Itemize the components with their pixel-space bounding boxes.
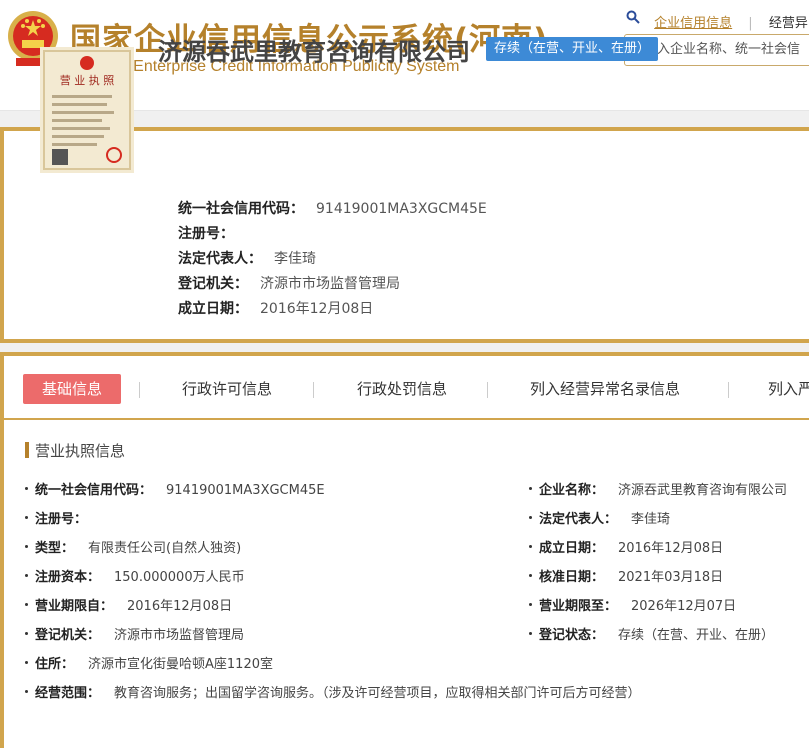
field-label: 登记状态： bbox=[539, 628, 605, 643]
info-label: 注册号： bbox=[178, 226, 234, 242]
field-label: 营业期限至： bbox=[539, 599, 618, 614]
bullet bbox=[25, 661, 28, 664]
field-approved: 核准日期： 2021年03月18日 bbox=[529, 566, 723, 585]
info-label: 法定代表人： bbox=[178, 251, 262, 267]
bullet bbox=[25, 632, 28, 635]
tab-divider bbox=[139, 382, 140, 398]
divider: | bbox=[748, 16, 753, 31]
bullet bbox=[25, 690, 28, 693]
bullet bbox=[25, 603, 28, 606]
field-company-name: 企业名称： 济源吞武里教育咨询有限公司 bbox=[529, 479, 787, 498]
status-badge: 存续（在营、开业、在册） bbox=[486, 37, 659, 61]
svg-text:营 业 执 照: 营 业 执 照 bbox=[60, 73, 115, 87]
field-label: 登记机关： bbox=[35, 628, 101, 643]
field-label: 企业名称： bbox=[539, 483, 605, 498]
info-value: 李佳琦 bbox=[274, 251, 316, 267]
field-value: 2021年03月18日 bbox=[618, 570, 724, 585]
info-value: 91419001MA3XGCM45E bbox=[316, 201, 487, 217]
header-links: 企业信用信息 | 经营异 bbox=[626, 12, 808, 31]
tab-abnormal-list[interactable]: 列入经营异常名录信息 bbox=[530, 374, 680, 404]
field-label: 经营范围： bbox=[35, 686, 101, 701]
field-label: 核准日期： bbox=[539, 570, 605, 585]
field-reg-number: 注册号： bbox=[25, 508, 101, 527]
info-value: 2016年12月08日 bbox=[260, 301, 374, 317]
info-row-reg-number: 注册号： bbox=[178, 223, 246, 243]
field-value: 150.000000万人民币 bbox=[114, 570, 245, 585]
field-business-scope: 经营范围： 教育咨询服务；出国留学咨询服务。（涉及许可经营项目，应取得相关部门许可… bbox=[25, 682, 641, 701]
section-title: 营业执照信息 bbox=[35, 442, 126, 460]
field-label: 类型： bbox=[35, 541, 75, 556]
credit-info-link[interactable]: 企业信用信息 bbox=[654, 16, 732, 31]
field-value: 2026年12月07日 bbox=[631, 599, 737, 614]
field-value: 存续（在营、开业、在册） bbox=[618, 628, 775, 643]
field-established: 成立日期： 2016年12月08日 bbox=[529, 537, 723, 556]
field-credit-code: 统一社会信用代码： 91419001MA3XGCM45E bbox=[25, 479, 325, 498]
bullet bbox=[25, 487, 28, 490]
field-capital: 注册资本： 150.000000万人民币 bbox=[25, 566, 245, 585]
bullet bbox=[529, 574, 532, 577]
info-row-authority: 登记机关： 济源市市场监督管理局 bbox=[178, 273, 400, 293]
tab-serious-violation[interactable]: 列入严 bbox=[768, 374, 809, 404]
info-row-established: 成立日期： 2016年12月08日 bbox=[178, 298, 373, 318]
bullet bbox=[529, 603, 532, 606]
field-value: 李佳琦 bbox=[631, 512, 671, 527]
bullet bbox=[529, 487, 532, 490]
field-label: 成立日期： bbox=[539, 541, 605, 556]
tab-divider bbox=[728, 382, 729, 398]
info-label: 成立日期： bbox=[178, 301, 248, 317]
bullet bbox=[529, 545, 532, 548]
field-label: 住所： bbox=[35, 657, 75, 672]
field-value: 有限责任公司(自然人独资) bbox=[88, 541, 242, 556]
field-label: 统一社会信用代码： bbox=[35, 483, 153, 498]
tab-admin-penalty[interactable]: 行政处罚信息 bbox=[357, 374, 447, 404]
bullet bbox=[25, 574, 28, 577]
field-value: 济源吞武里教育咨询有限公司 bbox=[618, 483, 788, 498]
field-value: 2016年12月08日 bbox=[618, 541, 724, 556]
field-value: 济源市宣化街曼哈顿A座1120室 bbox=[88, 657, 273, 672]
bullet bbox=[25, 516, 28, 519]
field-term-to: 营业期限至： 2026年12月07日 bbox=[529, 595, 736, 614]
field-value: 教育咨询服务；出国留学咨询服务。（涉及许可经营项目，应取得相关部门许可后方可经营… bbox=[114, 686, 641, 701]
business-license-image: 营 业 执 照 bbox=[40, 47, 134, 173]
field-label: 注册号： bbox=[35, 512, 88, 527]
field-label: 法定代表人： bbox=[539, 512, 618, 527]
company-name: 济源吞武里教育咨询有限公司 bbox=[158, 38, 470, 66]
tab-divider bbox=[313, 382, 314, 398]
info-label: 统一社会信用代码： bbox=[178, 201, 304, 217]
bullet bbox=[25, 545, 28, 548]
field-value: 济源市市场监督管理局 bbox=[114, 628, 245, 643]
field-reg-status: 登记状态： 存续（在营、开业、在册） bbox=[529, 624, 774, 643]
field-term-from: 营业期限自： 2016年12月08日 bbox=[25, 595, 232, 614]
tab-basic-info[interactable]: 基础信息 bbox=[23, 374, 121, 404]
bullet bbox=[529, 516, 532, 519]
field-type: 类型： 有限责任公司(自然人独资) bbox=[25, 537, 241, 556]
info-row-legal-rep: 法定代表人： 李佳琦 bbox=[178, 248, 316, 268]
bullet bbox=[529, 632, 532, 635]
field-value: 91419001MA3XGCM45E bbox=[166, 483, 325, 498]
abnormal-list-link[interactable]: 经营异 bbox=[769, 16, 808, 31]
tab-admin-license[interactable]: 行政许可信息 bbox=[182, 374, 272, 404]
info-label: 登记机关： bbox=[178, 276, 248, 292]
tab-divider bbox=[487, 382, 488, 398]
info-row-credit-code: 统一社会信用代码： 91419001MA3XGCM45E bbox=[178, 198, 487, 218]
field-address: 住所： 济源市宣化街曼哈顿A座1120室 bbox=[25, 653, 273, 672]
field-label: 营业期限自： bbox=[35, 599, 114, 614]
field-label: 注册资本： bbox=[35, 570, 101, 585]
field-value: 2016年12月08日 bbox=[127, 599, 233, 614]
info-value: 济源市市场监督管理局 bbox=[260, 276, 400, 292]
section-marker bbox=[25, 442, 29, 458]
field-legal-rep: 法定代表人： 李佳琦 bbox=[529, 508, 670, 527]
field-authority: 登记机关： 济源市市场监督管理局 bbox=[25, 624, 244, 643]
